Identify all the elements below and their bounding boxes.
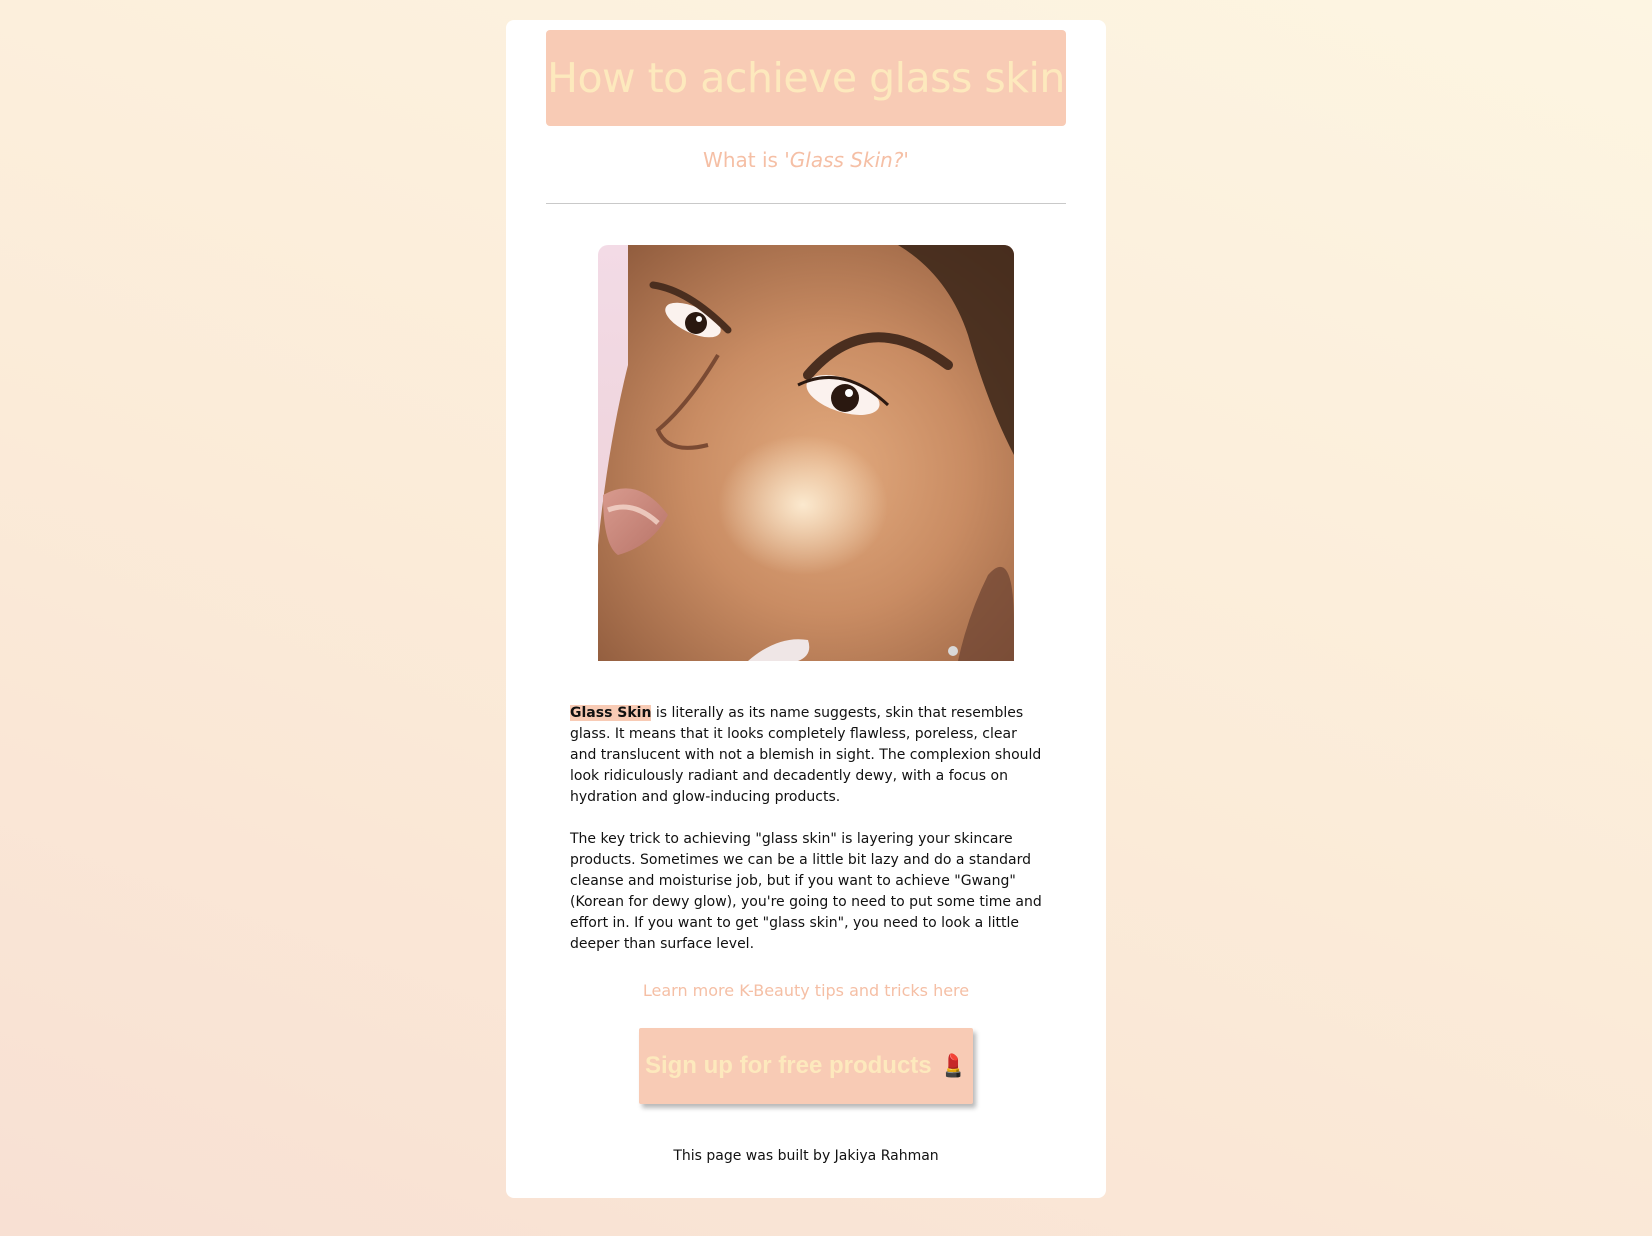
page-title: How to achieve glass skin (547, 54, 1065, 102)
portrait-illustration (598, 245, 1014, 661)
signup-button-label: Sign up for free products (644, 1052, 932, 1079)
article-body: Glass Skin is literally as its name sugg… (570, 703, 1046, 976)
hero-image (598, 245, 1014, 661)
title-banner: How to achieve glass skin (546, 30, 1066, 126)
article-paragraph-1: Glass Skin is literally as its name sugg… (570, 703, 1046, 808)
glass-skin-highlight: Glass Skin (570, 705, 652, 721)
content-card: How to achieve glass skin What is 'Glass… (506, 20, 1106, 1198)
learn-more-link[interactable]: Learn more K-Beauty tips and tricks here (506, 981, 1106, 1000)
subtitle-prefix: What is (703, 148, 785, 172)
divider (546, 203, 1066, 204)
lipstick-icon: 💄 (939, 1053, 968, 1078)
article-paragraph-2: The key trick to achieving "glass skin" … (570, 831, 1042, 952)
signup-button[interactable]: Sign up for free products 💄 (639, 1028, 973, 1104)
subtitle-emphasis: 'Glass Skin?' (784, 148, 909, 172)
footer-credit: This page was built by Jakiya Rahman (673, 1148, 939, 1164)
page-subtitle: What is 'Glass Skin?' (506, 148, 1106, 172)
